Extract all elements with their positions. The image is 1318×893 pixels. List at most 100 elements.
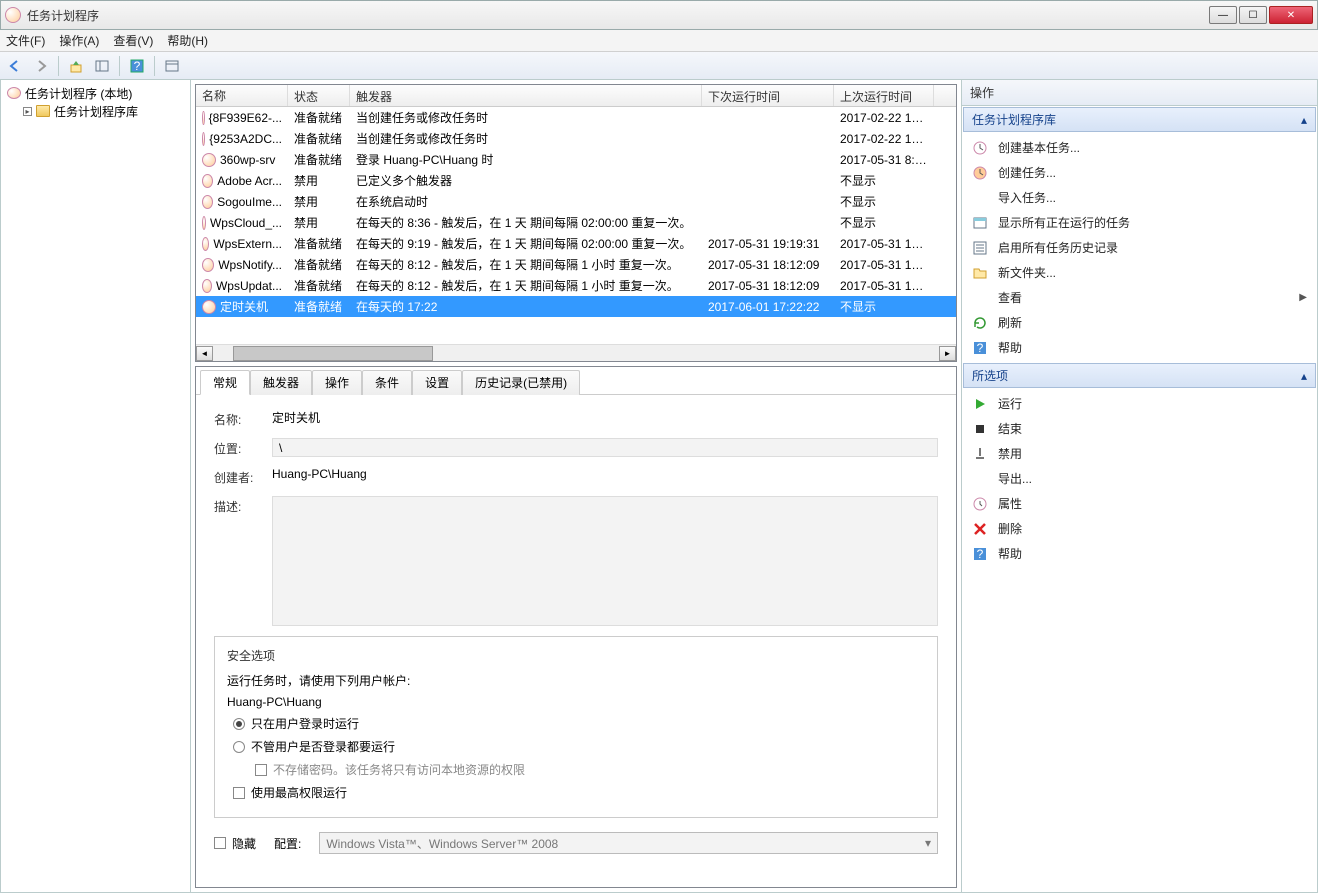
col-next[interactable]: 下次运行时间	[702, 85, 834, 106]
table-row[interactable]: 定时关机准备就绪在每天的 17:222017-06-01 17:22:22不显示	[196, 296, 956, 317]
action-帮助[interactable]: ?帮助	[966, 541, 1313, 566]
cell-next	[702, 137, 834, 141]
tree-pane: 任务计划程序 (本地) ▸ 任务计划程序库	[1, 80, 191, 892]
action-新文件夹[interactable]: 新文件夹...	[966, 260, 1313, 285]
tab-triggers[interactable]: 触发器	[250, 370, 312, 395]
action-帮助[interactable]: ?帮助	[966, 335, 1313, 360]
tab-history[interactable]: 历史记录(已禁用)	[462, 370, 580, 395]
radio-icon	[233, 718, 245, 730]
checkbox-icon	[233, 787, 245, 799]
app-icon	[5, 7, 21, 23]
clock-icon	[202, 111, 205, 125]
expand-icon[interactable]: ▸	[23, 107, 32, 116]
menu-view[interactable]: 查看(V)	[113, 32, 153, 49]
col-state[interactable]: 状态	[288, 85, 350, 106]
folder-icon	[36, 105, 50, 117]
actions-section-library[interactable]: 任务计划程序库 ▴	[963, 107, 1316, 132]
action-导入任务[interactable]: 导入任务...	[966, 185, 1313, 210]
panes-button[interactable]	[91, 55, 113, 77]
action-运行[interactable]: 运行	[966, 391, 1313, 416]
clock-icon	[202, 174, 213, 188]
config-combo[interactable]: Windows Vista™、Windows Server™ 2008 ▾	[319, 832, 938, 854]
security-title: 安全选项	[227, 647, 925, 664]
properties-button[interactable]	[161, 55, 183, 77]
forward-button[interactable]	[30, 55, 52, 77]
desc-textarea[interactable]	[272, 496, 938, 626]
tab-actions[interactable]: 操作	[312, 370, 362, 395]
author-label: 创建者:	[214, 467, 272, 486]
table-row[interactable]: WpsCloud_...禁用在每天的 8:36 - 触发后，在 1 天 期间每隔…	[196, 212, 956, 233]
close-button[interactable]: ✕	[1269, 6, 1313, 24]
tab-settings[interactable]: 设置	[412, 370, 462, 395]
table-row[interactable]: {8F939E62-...准备就绪当创建任务或修改任务时2017-02-22 1…	[196, 107, 956, 128]
scroll-right-icon[interactable]: ►	[939, 346, 956, 361]
col-trigger[interactable]: 触发器	[350, 85, 702, 106]
tree-root[interactable]: 任务计划程序 (本地)	[5, 84, 186, 102]
clock-icon	[7, 87, 21, 99]
cell-last: 不显示	[834, 296, 934, 317]
check-nopass-label: 不存储密码。该任务将只有访问本地资源的权限	[273, 761, 525, 778]
table-row[interactable]: {9253A2DC...准备就绪当创建任务或修改任务时2017-02-22 10…	[196, 128, 956, 149]
action-刷新[interactable]: 刷新	[966, 310, 1313, 335]
cell-last: 2017-02-22 10:4	[834, 109, 934, 127]
action-禁用[interactable]: 禁用	[966, 441, 1313, 466]
tab-conditions[interactable]: 条件	[362, 370, 412, 395]
radio-logged-on[interactable]: 只在用户登录时运行	[233, 715, 925, 732]
menu-action[interactable]: 操作(A)	[59, 32, 99, 49]
svg-text:?: ?	[134, 59, 141, 73]
cell-name: 定时关机	[196, 296, 288, 317]
check-highest-priv[interactable]: 使用最高权限运行	[233, 784, 925, 801]
action-创建基本任务[interactable]: 创建基本任务...	[966, 135, 1313, 160]
action-创建任务[interactable]: 创建任务...	[966, 160, 1313, 185]
cell-state: 禁用	[288, 170, 350, 191]
action-查看[interactable]: 查看▶	[966, 285, 1313, 310]
chevron-down-icon: ▾	[925, 836, 931, 850]
menu-file[interactable]: 文件(F)	[6, 32, 45, 49]
action-导出[interactable]: 导出...	[966, 466, 1313, 491]
maximize-button[interactable]: ☐	[1239, 6, 1267, 24]
back-button[interactable]	[4, 55, 26, 77]
cell-state: 准备就绪	[288, 149, 350, 170]
actions-pane: 操作 任务计划程序库 ▴ 创建基本任务...创建任务...导入任务...显示所有…	[961, 80, 1317, 892]
radio-any-user[interactable]: 不管用户是否登录都要运行	[233, 738, 925, 755]
action-结束[interactable]: 结束	[966, 416, 1313, 441]
cell-name: WpsCloud_...	[196, 214, 288, 232]
scroll-left-icon[interactable]: ◄	[196, 346, 213, 361]
action-label: 运行	[998, 395, 1307, 412]
table-row[interactable]: WpsUpdat...准备就绪在每天的 8:12 - 触发后，在 1 天 期间每…	[196, 275, 956, 296]
cell-state: 准备就绪	[288, 128, 350, 149]
action-label: 导入任务...	[998, 189, 1307, 206]
cell-last: 2017-05-31 17:1	[834, 277, 934, 295]
table-row[interactable]: 360wp-srv准备就绪登录 Huang-PC\Huang 时2017-05-…	[196, 149, 956, 170]
check-no-password[interactable]: 不存储密码。该任务将只有访问本地资源的权限	[255, 761, 925, 778]
action-删除[interactable]: 删除	[966, 516, 1313, 541]
actions-section-selected[interactable]: 所选项 ▴	[963, 363, 1316, 388]
check-hidden[interactable]: 隐藏	[214, 835, 256, 852]
action-启用所有任务历史记录[interactable]: 启用所有任务历史记录	[966, 235, 1313, 260]
config-value: Windows Vista™、Windows Server™ 2008	[326, 835, 558, 852]
collapse-icon: ▴	[1301, 369, 1307, 383]
scroll-thumb[interactable]	[233, 346, 433, 361]
tree-lib-label: 任务计划程序库	[54, 103, 138, 120]
menu-help[interactable]: 帮助(H)	[167, 32, 208, 49]
action-属性[interactable]: 属性	[966, 491, 1313, 516]
col-name[interactable]: 名称	[196, 85, 288, 106]
action-label: 刷新	[998, 314, 1307, 331]
help-button[interactable]: ?	[126, 55, 148, 77]
table-row[interactable]: SogouIme...禁用在系统启动时不显示	[196, 191, 956, 212]
cell-trigger: 当创建任务或修改任务时	[350, 128, 702, 149]
menubar: 文件(F) 操作(A) 查看(V) 帮助(H)	[0, 30, 1318, 52]
tree-library[interactable]: ▸ 任务计划程序库	[5, 102, 186, 120]
table-row[interactable]: WpsExtern...准备就绪在每天的 9:19 - 触发后，在 1 天 期间…	[196, 233, 956, 254]
table-row[interactable]: Adobe Acr...禁用已定义多个触发器不显示	[196, 170, 956, 191]
action-显示所有正在运行的任务[interactable]: 显示所有正在运行的任务	[966, 210, 1313, 235]
minimize-button[interactable]: —	[1209, 6, 1237, 24]
horizontal-scrollbar[interactable]: ◄ ►	[196, 344, 956, 361]
cell-name: {9253A2DC...	[196, 130, 288, 148]
up-button[interactable]	[65, 55, 87, 77]
table-row[interactable]: WpsNotify...准备就绪在每天的 8:12 - 触发后，在 1 天 期间…	[196, 254, 956, 275]
folder-icon	[972, 265, 988, 281]
tab-general[interactable]: 常规	[200, 370, 250, 395]
col-last[interactable]: 上次运行时间	[834, 85, 934, 106]
cell-state: 禁用	[288, 191, 350, 212]
